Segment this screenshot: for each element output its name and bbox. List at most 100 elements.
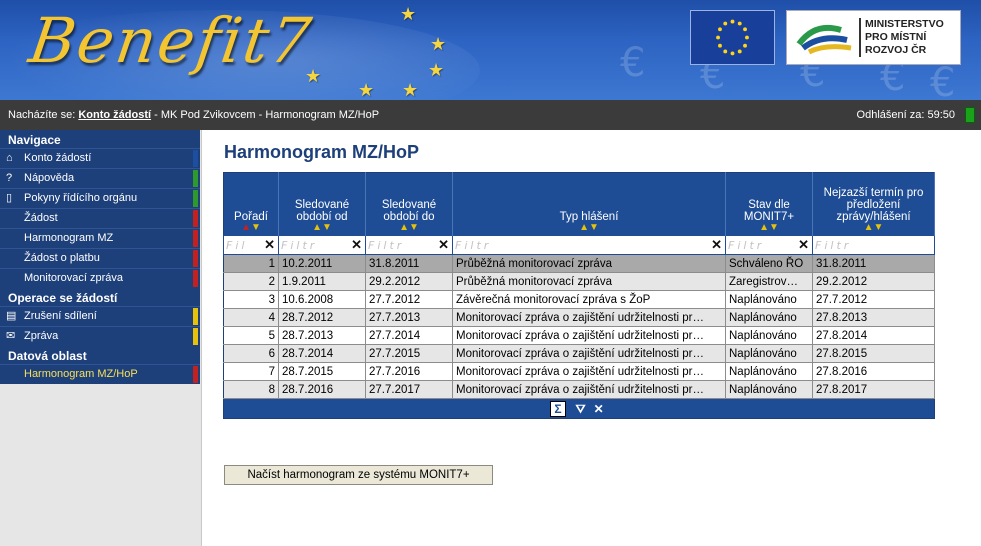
sidebar-item-marker bbox=[193, 308, 198, 325]
table-cell: 28.7.2012 bbox=[278, 308, 366, 327]
column-header[interactable]: Typ hlášení ▲▼ bbox=[452, 172, 726, 236]
sort-arrows-icon[interactable]: ▲▼ bbox=[226, 223, 276, 234]
table-row[interactable]: 2 1.9.2011 29.2.2012 Průběžná monitorovací … bbox=[223, 272, 935, 291]
sidebar-item-label: Zpráva bbox=[24, 330, 59, 342]
table-cell: 3 bbox=[223, 290, 279, 309]
sort-arrows-icon[interactable]: ▲▼ bbox=[728, 223, 810, 234]
filter-input[interactable]: Filtr bbox=[368, 239, 404, 252]
table-row[interactable]: 6 28.7.2014 27.7.2015 Monitorovací zpráva o… bbox=[223, 344, 935, 363]
table-row[interactable]: 1 10.2.2011 31.8.2011 Průběžná monitorovací… bbox=[223, 254, 935, 273]
table-cell: 10.6.2008 bbox=[278, 290, 366, 309]
column-header[interactable]: Pořadí ▲▼ bbox=[223, 172, 279, 236]
session-status-indicator bbox=[965, 107, 975, 123]
filter-cell[interactable]: Filtr ✕ bbox=[365, 235, 453, 255]
sidebar-item[interactable]: ? Nápověda bbox=[0, 168, 200, 188]
sidebar-nav: Navigace ⌂ Konto žádostí? Nápověda ▯ Pokyny ř… bbox=[0, 130, 200, 384]
sidebar-item[interactable]: ▯ Pokyny řídícího orgánu bbox=[0, 188, 200, 208]
sort-arrows-icon[interactable]: ▲▼ bbox=[368, 223, 450, 234]
sidebar-item[interactable]: Žádost bbox=[0, 208, 200, 228]
table-cell: Monitorovací zpráva o zajištění udržitel… bbox=[452, 344, 726, 363]
table-cell: 5 bbox=[223, 326, 279, 345]
clear-filter-icon[interactable]: ✕ bbox=[798, 237, 809, 253]
logout-timer: Odhlášení za: 59:50 bbox=[856, 109, 955, 121]
sort-arrows-icon[interactable]: ▲▼ bbox=[815, 223, 932, 234]
eu-flag-icon bbox=[690, 10, 775, 65]
table-cell: 27.7.2014 bbox=[365, 326, 453, 345]
sidebar-item-marker bbox=[193, 270, 198, 287]
page-title: Harmonogram MZ/HoP bbox=[224, 142, 420, 162]
table-row[interactable]: 4 28.7.2012 27.7.2013 Monitorovací zpráva o… bbox=[223, 308, 935, 327]
sidebar: Navigace ⌂ Konto žádostí? Nápověda ▯ Pokyny ř… bbox=[0, 130, 202, 546]
sidebar-item[interactable]: Žádost o platbu bbox=[0, 248, 200, 268]
filter-cell[interactable]: Filtr ✕ bbox=[725, 235, 813, 255]
envelope-icon: ✉ bbox=[6, 330, 16, 342]
filter-icon[interactable]: ⛛ bbox=[576, 402, 586, 416]
sidebar-item[interactable]: Harmonogram MZ/HoP bbox=[0, 364, 200, 384]
sidebar-item-marker bbox=[193, 366, 198, 383]
table-cell: Monitorovací zpráva o zajištění udržitel… bbox=[452, 362, 726, 381]
table-cell: Průběžná monitorovací zpráva bbox=[452, 272, 726, 291]
sidebar-item-label: Monitorovací zpráva bbox=[24, 272, 124, 284]
table-cell: 4 bbox=[223, 308, 279, 327]
filter-input[interactable]: Fil bbox=[226, 239, 247, 252]
ministry-name-line: ROZVOJ ČR bbox=[865, 44, 927, 56]
app-logo: Benefit7 bbox=[24, 4, 318, 77]
clear-filter-icon[interactable]: ✕ bbox=[264, 237, 275, 253]
table-cell: Naplánováno bbox=[725, 326, 813, 345]
sidebar-item[interactable]: ✉ Zpráva bbox=[0, 326, 200, 346]
sidebar-item-marker bbox=[193, 170, 198, 187]
table-cell: 1 bbox=[223, 254, 279, 273]
table-cell: 31.8.2011 bbox=[812, 254, 935, 273]
table-cell: Naplánováno bbox=[725, 380, 813, 399]
filter-cell[interactable]: Filtr bbox=[812, 235, 935, 255]
breadcrumb-link-konto[interactable]: Konto žádostí bbox=[78, 109, 151, 121]
filter-cell[interactable]: Fil ✕ bbox=[223, 235, 279, 255]
help-icon: ? bbox=[6, 172, 13, 184]
table-cell: 27.8.2015 bbox=[812, 344, 935, 363]
sidebar-item-label: Konto žádostí bbox=[24, 152, 92, 164]
sidebar-item-marker bbox=[193, 250, 198, 267]
clear-icon[interactable]: ✕ bbox=[594, 402, 604, 416]
sort-arrows-icon[interactable]: ▲▼ bbox=[281, 223, 363, 234]
clear-filter-icon[interactable]: ✕ bbox=[351, 237, 362, 253]
filter-cell[interactable]: Filtr ✕ bbox=[278, 235, 366, 255]
clear-filter-icon[interactable]: ✕ bbox=[438, 237, 449, 253]
column-header[interactable]: Stav dle MONIT7+ ▲▼ bbox=[725, 172, 813, 236]
table-row[interactable]: 3 10.6.2008 27.7.2012 Závěrečná monitorovac… bbox=[223, 290, 935, 309]
table-cell: Závěrečná monitorovací zpráva s ŽoP bbox=[452, 290, 726, 309]
table-cell: 27.8.2017 bbox=[812, 380, 935, 399]
sidebar-item[interactable]: Harmonogram MZ bbox=[0, 228, 200, 248]
filter-input[interactable]: Filtr bbox=[815, 239, 851, 252]
sidebar-item-label: Pokyny řídícího orgánu bbox=[24, 192, 138, 204]
column-header[interactable]: Nejzazší termín pro předložení zprávy/hl… bbox=[812, 172, 935, 236]
column-header[interactable]: Sledované období do ▲▼ bbox=[365, 172, 453, 236]
sidebar-item[interactable]: ▤ Zrušení sdílení bbox=[0, 306, 200, 326]
star-icon: ★ bbox=[400, 4, 417, 24]
table-cell: 28.7.2015 bbox=[278, 362, 366, 381]
sidebar-section-title: Navigace bbox=[8, 133, 61, 147]
sum-icon[interactable]: Σ bbox=[550, 400, 566, 417]
column-header[interactable]: Sledované období od ▲▼ bbox=[278, 172, 366, 236]
breadcrumb-prefix: Nacházíte se: bbox=[8, 109, 76, 121]
sort-arrows-icon[interactable]: ▲▼ bbox=[455, 223, 723, 234]
clear-filter-icon[interactable]: ✕ bbox=[711, 237, 722, 253]
table-row[interactable]: 7 28.7.2015 27.7.2016 Monitorovací zpráva o… bbox=[223, 362, 935, 381]
harmonogram-table: Pořadí ▲▼ Sledované období od ▲▼ Sledované o… bbox=[223, 172, 935, 419]
table-cell: 7 bbox=[223, 362, 279, 381]
table-row[interactable]: 8 28.7.2016 27.7.2017 Monitorovací zpráva o… bbox=[223, 380, 935, 399]
table-cell: 28.7.2014 bbox=[278, 344, 366, 363]
filter-input[interactable]: Filtr bbox=[281, 239, 317, 252]
filter-cell[interactable]: Filtr ✕ bbox=[452, 235, 726, 255]
load-harmonogram-button[interactable]: Načíst harmonogram ze systému MONIT7+ bbox=[224, 465, 493, 485]
sidebar-item-label: Žádost bbox=[24, 212, 58, 224]
table-cell: 27.7.2016 bbox=[365, 362, 453, 381]
breadcrumb: Nacházíte se: Konto žádostí - MK Pod Zvi… bbox=[8, 109, 379, 121]
filter-input[interactable]: Filtr bbox=[455, 239, 491, 252]
table-cell: 27.7.2017 bbox=[365, 380, 453, 399]
table-row[interactable]: 5 28.7.2013 27.7.2014 Monitorovací zpráva o… bbox=[223, 326, 935, 345]
filter-input[interactable]: Filtr bbox=[728, 239, 764, 252]
sidebar-item[interactable]: Monitorovací zpráva bbox=[0, 268, 200, 288]
table-cell: 28.7.2016 bbox=[278, 380, 366, 399]
table-cell: 27.7.2013 bbox=[365, 308, 453, 327]
sidebar-item[interactable]: ⌂ Konto žádostí bbox=[0, 148, 200, 168]
